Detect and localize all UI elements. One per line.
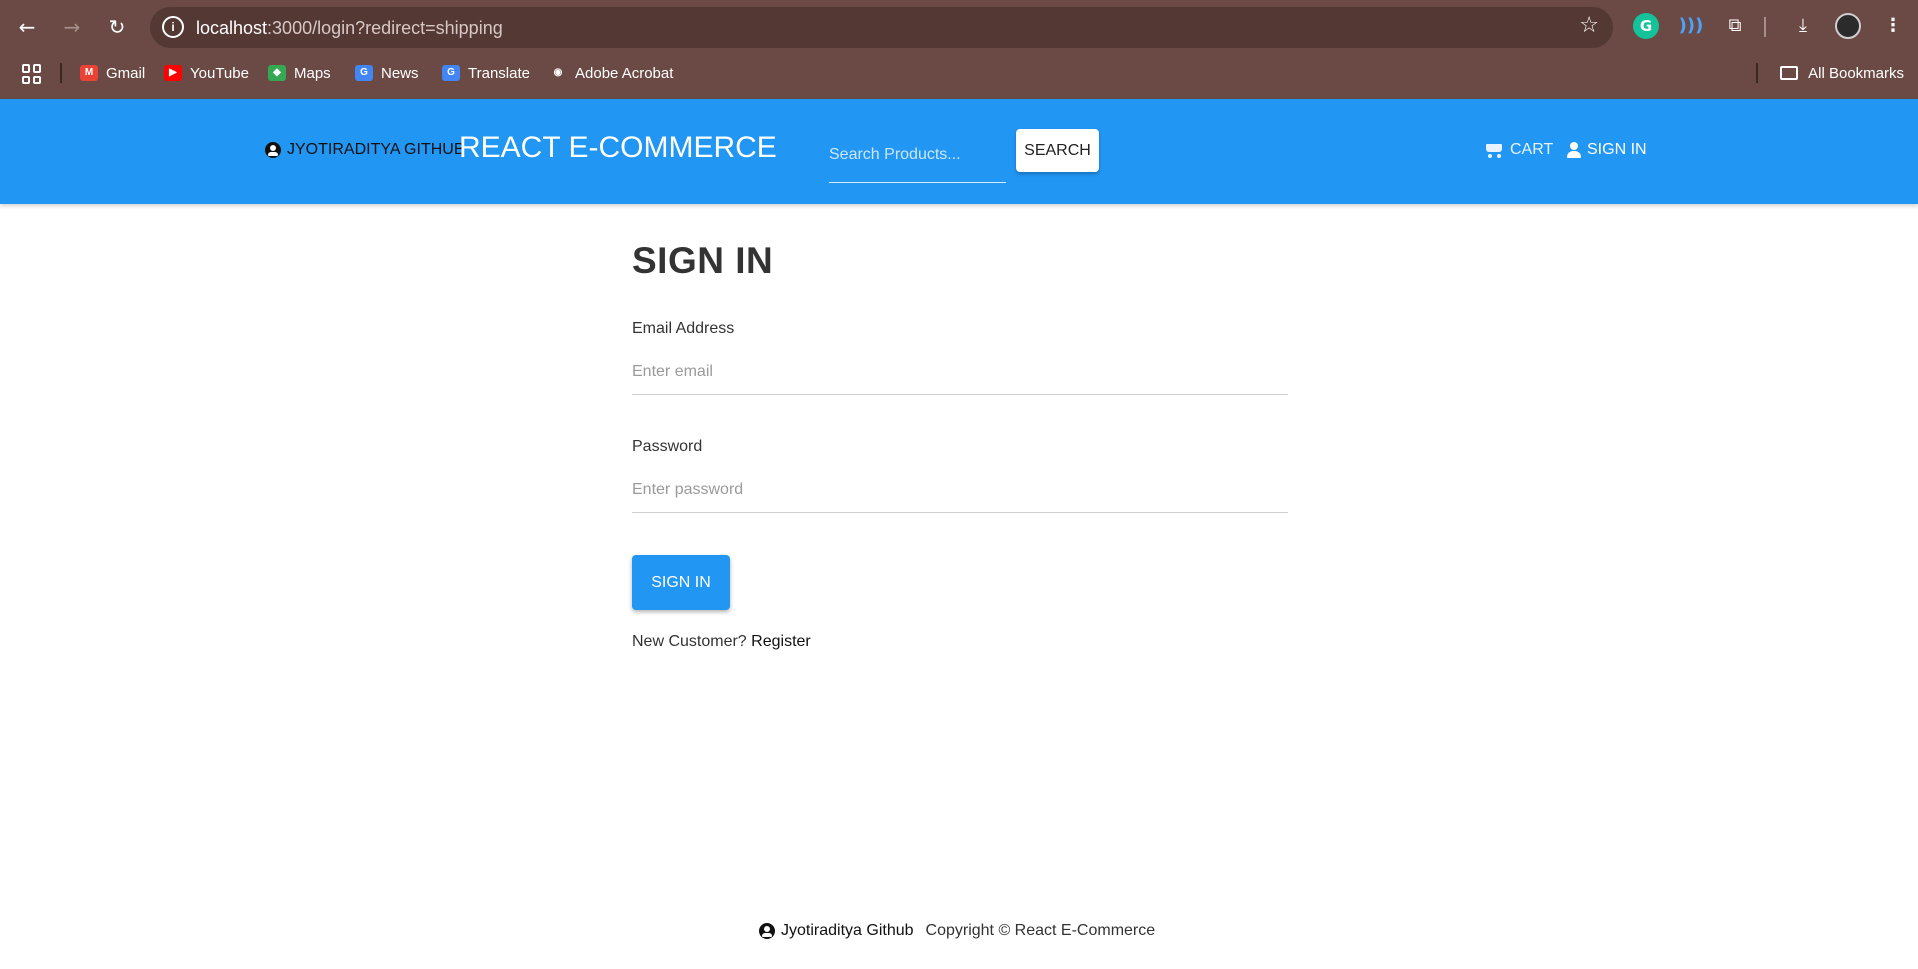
bookmark-label: YouTube xyxy=(190,64,249,82)
apps-grid-icon[interactable] xyxy=(22,64,42,84)
bookmarks-divider-right xyxy=(1756,63,1758,83)
signin-label: SIGN IN xyxy=(1587,141,1647,158)
url-host: localhost xyxy=(196,18,268,38)
signin-form: SIGN IN Email Address Password SIGN IN N… xyxy=(632,240,1288,650)
globe-icon: ◉ xyxy=(553,67,563,78)
footer-github-label: Jyotiraditya Github xyxy=(781,922,914,939)
bookmark-gmail[interactable]: M Gmail xyxy=(80,62,145,84)
url-path: :3000/login?redirect=shipping xyxy=(267,18,503,38)
folder-icon xyxy=(1780,66,1799,80)
reload-icon[interactable]: ↻ xyxy=(102,12,132,42)
password-label: Password xyxy=(632,438,703,455)
bookmarks-bar: M Gmail ▶ YouTube ◆ Maps G News G Translate ◉ Adobe… xyxy=(0,58,1918,88)
search-input[interactable] xyxy=(829,127,1006,182)
bookmark-label: Adobe Acrobat xyxy=(575,64,674,82)
bookmark-news[interactable]: G News xyxy=(355,62,419,84)
footer: Jyotiraditya Github Copyright © React E-… xyxy=(759,922,1155,940)
profile-avatar[interactable] xyxy=(1835,13,1861,39)
gmail-icon: M xyxy=(80,65,98,81)
address-bar[interactable]: i localhost:3000/login?redirect=shipping… xyxy=(150,7,1613,48)
email-field-wrap xyxy=(632,349,1288,395)
brand-title[interactable]: REACT E-COMMERCE xyxy=(459,131,777,165)
bookmark-label: News xyxy=(381,64,419,82)
all-bookmarks-label: All Bookmarks xyxy=(1808,64,1904,82)
signin-submit-button[interactable]: SIGN IN xyxy=(632,555,730,610)
search-field xyxy=(829,127,1006,183)
user-circle-icon xyxy=(759,923,775,939)
github-link[interactable]: JYOTIRADITYA GITHUB xyxy=(265,141,465,159)
user-icon xyxy=(1567,142,1581,158)
site-info-icon[interactable]: i xyxy=(162,16,184,38)
cart-link[interactable]: CART xyxy=(1484,141,1553,159)
forward-arrow-icon[interactable]: → xyxy=(57,12,87,42)
search-button[interactable]: SEARCH xyxy=(1016,129,1099,172)
cart-icon xyxy=(1484,142,1504,158)
grammarly-extension-icon[interactable]: G xyxy=(1633,13,1659,39)
register-link[interactable]: Register xyxy=(751,633,811,650)
bookmark-star-icon[interactable]: ☆ xyxy=(1579,13,1599,38)
back-arrow-icon[interactable]: ← xyxy=(12,12,42,42)
bookmark-adobe-acrobat[interactable]: ◉ Adobe Acrobat xyxy=(549,62,674,84)
maps-icon: ◆ xyxy=(268,65,286,81)
copyright-text: Copyright © React E-Commerce xyxy=(925,922,1156,939)
bookmark-label: Gmail xyxy=(106,64,146,82)
signin-link[interactable]: SIGN IN xyxy=(1567,141,1647,159)
download-icon[interactable]: ⤓ xyxy=(1790,13,1816,39)
url-text[interactable]: localhost:3000/login?redirect=shipping xyxy=(196,18,503,39)
kebab-menu-icon[interactable]: ⋮ xyxy=(1880,13,1906,39)
youtube-icon: ▶ xyxy=(164,65,182,81)
user-circle-icon xyxy=(265,142,281,158)
email-field[interactable] xyxy=(632,349,1288,394)
github-link-label: JYOTIRADITYA GITHUB xyxy=(287,141,465,158)
cart-label: CART xyxy=(1510,141,1554,158)
app-header: JYOTIRADITYA GITHUB REACT E-COMMERCE SEA… xyxy=(0,99,1918,204)
toolbar-divider xyxy=(1764,17,1766,37)
password-field[interactable] xyxy=(632,467,1288,512)
extensions-puzzle-icon[interactable]: ⧉ xyxy=(1722,13,1748,39)
footer-github-link[interactable]: Jyotiraditya Github xyxy=(759,922,914,940)
browser-chrome: ← → ↻ i localhost:3000/login?redirect=sh… xyxy=(0,0,1918,99)
bookmark-label: Translate xyxy=(468,64,530,82)
news-icon: G xyxy=(355,65,373,81)
register-prompt: New Customer? Register xyxy=(632,633,811,651)
translate-icon: G xyxy=(442,65,460,81)
all-bookmarks-button[interactable]: All Bookmarks xyxy=(1780,62,1904,84)
bookmarks-divider xyxy=(60,63,62,83)
page-title: SIGN IN xyxy=(632,240,774,281)
password-field-wrap xyxy=(632,467,1288,513)
bookmark-youtube[interactable]: ▶ YouTube xyxy=(164,62,249,84)
bookmark-label: Maps xyxy=(294,64,331,82)
email-label: Email Address xyxy=(632,320,735,337)
new-customer-text: New Customer? xyxy=(632,633,752,650)
bookmark-maps[interactable]: ◆ Maps xyxy=(268,62,331,84)
read-aloud-extension-icon[interactable]: ))) xyxy=(1678,13,1704,39)
bookmark-translate[interactable]: G Translate xyxy=(442,62,530,84)
